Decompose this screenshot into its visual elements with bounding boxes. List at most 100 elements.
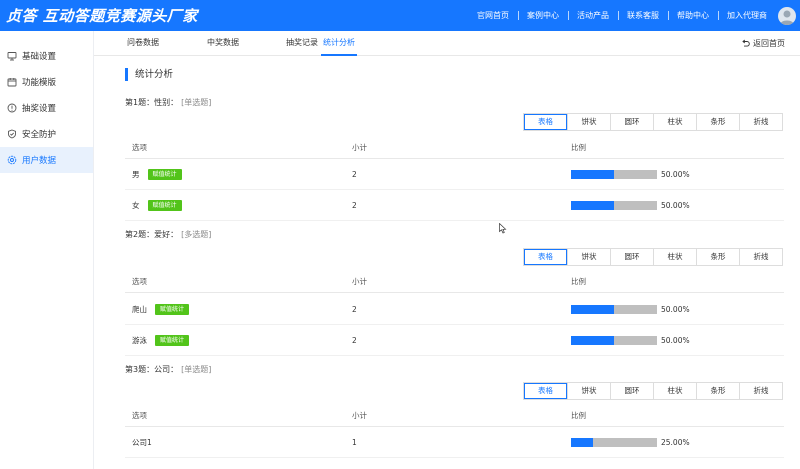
info-circle-icon bbox=[7, 103, 17, 113]
stats-tag-button[interactable]: 赋值统计 bbox=[155, 335, 190, 346]
donut-view-button[interactable]: 圆环 bbox=[610, 114, 653, 130]
nav-support[interactable]: 联系客服 bbox=[618, 10, 668, 21]
header-option: 选项 bbox=[132, 277, 147, 286]
ratio-bar-fill bbox=[571, 438, 593, 447]
pie-view-button[interactable]: 饼状 bbox=[567, 114, 610, 130]
header-ratio: 比例 bbox=[571, 277, 586, 286]
ratio-percent: 25.00% bbox=[661, 438, 690, 447]
header-subtotal: 小计 bbox=[352, 277, 367, 286]
nav-home[interactable]: 官网首页 bbox=[468, 10, 518, 21]
subtotal-value: 2 bbox=[352, 201, 357, 210]
ratio-bar bbox=[571, 201, 657, 210]
table-row: 公司1 1 25.00% bbox=[125, 428, 784, 458]
tab-winning-data[interactable]: 中奖数据 bbox=[207, 31, 239, 56]
avatar[interactable] bbox=[778, 6, 796, 25]
sidebar-item-templates[interactable]: 功能模版 bbox=[0, 69, 93, 95]
donut-view-button[interactable]: 圆环 bbox=[610, 249, 653, 265]
header-subtotal: 小计 bbox=[352, 411, 367, 420]
ratio-percent: 50.00% bbox=[661, 305, 690, 314]
ratio-bar bbox=[571, 336, 657, 345]
option-label: 游泳 bbox=[132, 336, 147, 345]
brand-logo[interactable]: 贞答 互动答题竞赛源头厂家 bbox=[0, 5, 198, 26]
nav-help[interactable]: 帮助中心 bbox=[668, 10, 718, 21]
monitor-icon bbox=[7, 51, 17, 61]
ratio-bar bbox=[571, 305, 657, 314]
donut-view-button[interactable]: 圆环 bbox=[610, 383, 653, 399]
nav-products[interactable]: 活动产品 bbox=[568, 10, 618, 21]
subtotal-value: 2 bbox=[352, 170, 357, 179]
nav-agent[interactable]: 加入代理商 bbox=[718, 10, 776, 21]
section-title: 统计分析 bbox=[125, 68, 173, 81]
chart-type-buttons: 表格 饼状 圆环 柱状 条形 折线 bbox=[523, 113, 783, 131]
ratio-bar-fill bbox=[571, 201, 614, 210]
sidebar-item-basic-settings[interactable]: 基础设置 bbox=[0, 43, 93, 69]
tab-statistics[interactable]: 统计分析 bbox=[321, 31, 357, 56]
nav-cases[interactable]: 案例中心 bbox=[518, 10, 568, 21]
option-label: 爬山 bbox=[132, 305, 147, 314]
top-nav: 官网首页 案例中心 活动产品 联系客服 帮助中心 加入代理商 bbox=[468, 0, 800, 31]
header-ratio: 比例 bbox=[571, 411, 586, 420]
sidebar-item-lottery[interactable]: 抽奖设置 bbox=[0, 95, 93, 121]
table-header: 选项 小计 比例 bbox=[125, 405, 784, 427]
question-block: 第1题：性别： [单选题] 表格 饼状 圆环 柱状 条形 折线 选项 小计 比例 … bbox=[125, 97, 784, 221]
stats-tag-button[interactable]: 赋值统计 bbox=[147, 169, 182, 180]
bar-view-button[interactable]: 条形 bbox=[696, 383, 739, 399]
tab-bar: 问卷数据 中奖数据 抽奖记录 统计分析 返回首页 bbox=[94, 31, 800, 56]
back-home-label: 返回首页 bbox=[753, 39, 785, 48]
sidebar-item-security[interactable]: 安全防护 bbox=[0, 121, 93, 147]
sidebar-item-user-data[interactable]: 用户数据 bbox=[0, 147, 93, 173]
table-view-button[interactable]: 表格 bbox=[524, 383, 567, 399]
sidebar-item-label: 抽奖设置 bbox=[22, 104, 57, 114]
line-view-button[interactable]: 折线 bbox=[739, 383, 782, 399]
table-row: 爬山 赋值统计 2 50.00% bbox=[125, 295, 784, 325]
table-view-button[interactable]: 表格 bbox=[524, 249, 567, 265]
subtotal-value: 1 bbox=[352, 438, 357, 447]
bar-view-button[interactable]: 条形 bbox=[696, 249, 739, 265]
column-view-button[interactable]: 柱状 bbox=[653, 383, 696, 399]
table-row: 女赋值统计 2 50.00% bbox=[125, 191, 784, 221]
settings-icon bbox=[7, 155, 17, 165]
sidebar-item-label: 安全防护 bbox=[22, 130, 57, 140]
subtotal-value: 2 bbox=[352, 336, 357, 345]
main-content: 问卷数据 中奖数据 抽奖记录 统计分析 返回首页 统计分析 第1题：性别： [单选… bbox=[94, 31, 800, 469]
user-avatar-icon bbox=[780, 10, 794, 25]
shield-icon bbox=[7, 129, 17, 139]
top-bar: 贞答 互动答题竞赛源头厂家 官网首页 案例中心 活动产品 联系客服 帮助中心 加… bbox=[0, 0, 800, 31]
line-view-button[interactable]: 折线 bbox=[739, 114, 782, 130]
option-label: 男 bbox=[132, 170, 140, 179]
ratio-bar bbox=[571, 438, 657, 447]
header-option: 选项 bbox=[132, 143, 147, 152]
table-header: 选项 小计 比例 bbox=[125, 271, 784, 293]
ratio-bar-fill bbox=[571, 336, 614, 345]
undo-arrow-icon bbox=[741, 39, 750, 48]
sidebar-item-label: 功能模版 bbox=[22, 78, 57, 88]
table-row: 游泳 赋值统计 2 50.00% bbox=[125, 326, 784, 356]
stats-tag-button[interactable]: 赋值统计 bbox=[155, 304, 190, 315]
question-block: 第3题：公司： [单选题] 表格 饼状 圆环 柱状 条形 折线 选项 小计 比例 … bbox=[125, 364, 784, 458]
table-row: 男赋值统计 2 50.00% bbox=[125, 160, 784, 190]
column-view-button[interactable]: 柱状 bbox=[653, 249, 696, 265]
sidebar-item-label: 基础设置 bbox=[22, 52, 57, 62]
header-ratio: 比例 bbox=[571, 143, 586, 152]
question-title: 第3题：公司： [单选题] bbox=[125, 365, 212, 374]
option-label: 公司1 bbox=[132, 438, 152, 447]
pie-view-button[interactable]: 饼状 bbox=[567, 249, 610, 265]
ratio-bar-fill bbox=[571, 305, 614, 314]
back-home-button[interactable]: 返回首页 bbox=[741, 31, 785, 56]
column-view-button[interactable]: 柱状 bbox=[653, 114, 696, 130]
pie-view-button[interactable]: 饼状 bbox=[567, 383, 610, 399]
table-view-button[interactable]: 表格 bbox=[524, 114, 567, 130]
bar-view-button[interactable]: 条形 bbox=[696, 114, 739, 130]
stats-tag-button[interactable]: 赋值统计 bbox=[147, 200, 182, 211]
header-subtotal: 小计 bbox=[352, 143, 367, 152]
question-title: 第1题：性别： [单选题] bbox=[125, 98, 212, 107]
ratio-bar bbox=[571, 170, 657, 179]
chart-type-buttons: 表格 饼状 圆环 柱状 条形 折线 bbox=[523, 382, 783, 400]
tab-survey-data[interactable]: 问卷数据 bbox=[127, 31, 159, 56]
sidebar-item-label: 用户数据 bbox=[22, 156, 57, 166]
tab-lottery-records[interactable]: 抽奖记录 bbox=[286, 31, 318, 56]
option-label: 女 bbox=[132, 201, 140, 210]
line-view-button[interactable]: 折线 bbox=[739, 249, 782, 265]
table-header: 选项 小计 比例 bbox=[125, 137, 784, 159]
ratio-bar-fill bbox=[571, 170, 614, 179]
